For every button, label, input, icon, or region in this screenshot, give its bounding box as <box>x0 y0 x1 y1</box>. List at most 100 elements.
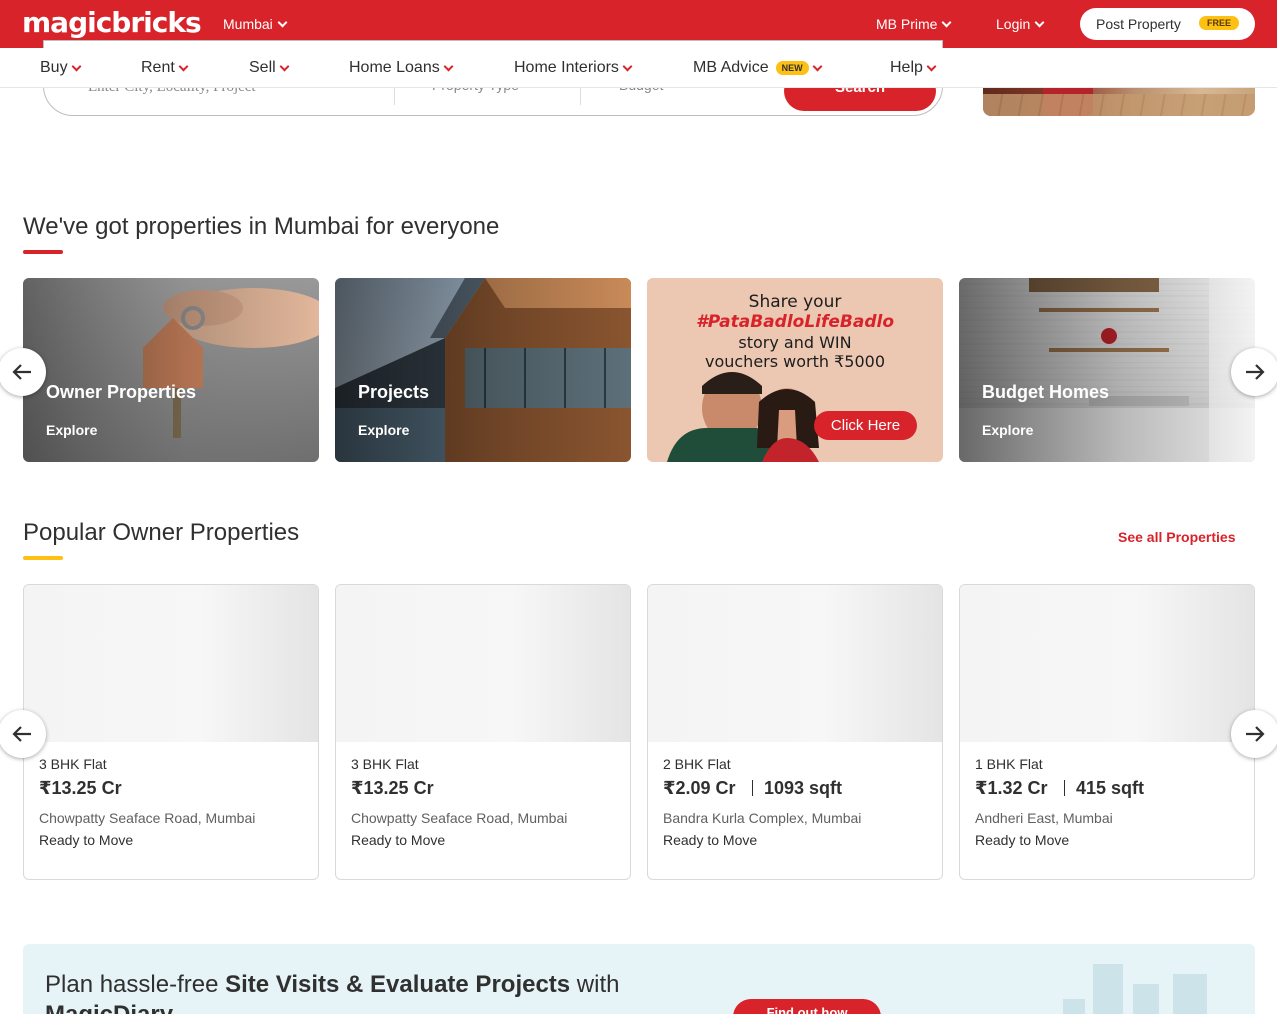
property-card[interactable]: 2 BHK Flat ₹2.09 Cr 1093 sqft Bandra Kur… <box>647 584 943 880</box>
projects-card[interactable]: Projects Explore <box>335 278 631 462</box>
section-title-everyone: We've got properties in Mumbai for every… <box>23 213 500 240</box>
property-price: ₹2.09 Cr <box>663 778 736 798</box>
chevron-down-icon <box>942 17 952 27</box>
property-status: Ready to Move <box>39 832 134 848</box>
nav-label: MB Advice <box>693 59 769 76</box>
card-title: Projects <box>358 382 430 402</box>
property-type: 2 BHK Flat <box>663 756 731 772</box>
banner-brand: MagicDiary <box>45 1001 173 1014</box>
carousel-prev-button[interactable] <box>0 348 46 396</box>
chevron-down-icon <box>622 61 633 71</box>
property-status: Ready to Move <box>351 832 446 848</box>
nav-item-rent[interactable]: Rent <box>141 59 189 77</box>
chevron-down-icon <box>1034 17 1045 27</box>
explore-link[interactable]: Explore <box>358 422 409 438</box>
promo-line: Share your <box>748 292 842 312</box>
nav-item-buy[interactable]: Buy <box>40 59 82 77</box>
chevron-down-icon <box>279 61 290 71</box>
property-location: Andheri East, Mumbai <box>975 810 1113 826</box>
property-price: ₹1.32 Cr <box>975 778 1048 798</box>
nav-item-home-loans[interactable]: Home Loans <box>349 59 454 77</box>
chevron-down-icon <box>812 61 823 71</box>
property-image-placeholder <box>336 585 630 742</box>
card-title: Budget Homes <box>982 382 1110 402</box>
promo-card[interactable]: Share your #PataBadloLifeBadlo story and… <box>647 278 943 462</box>
nav-item-mb-advice[interactable]: MB Advice NEW <box>693 59 823 77</box>
arrow-right-icon <box>1246 364 1265 380</box>
banner-text: with <box>570 971 620 998</box>
section-underline <box>23 556 63 560</box>
nav-label: Help <box>890 59 923 76</box>
see-all-properties-link[interactable]: See all Properties <box>1118 529 1236 545</box>
banner-text: Plan hassle-free <box>45 971 226 998</box>
banner-text-bold: Site Visits & Evaluate Projects <box>225 971 571 998</box>
nav-label: Buy <box>40 59 68 76</box>
promo-line: vouchers worth ₹5000 <box>704 352 886 371</box>
magicbricks-logo[interactable]: magicbricks <box>22 6 202 39</box>
budget-homes-card[interactable]: Budget Homes Explore <box>959 278 1255 462</box>
carousel-next-button[interactable] <box>1231 710 1277 758</box>
explore-link[interactable]: Explore <box>46 422 97 438</box>
login-menu[interactable]: Login <box>996 16 1045 32</box>
property-status: Ready to Move <box>663 832 758 848</box>
magicdiary-banner: Plan hassle-free Site Visits & Evaluate … <box>23 944 1255 1014</box>
property-image-placeholder <box>24 585 318 742</box>
property-type: 1 BHK Flat <box>975 756 1043 772</box>
property-card[interactable]: 3 BHK Flat ₹13.25 Cr Chowpatty Seaface R… <box>23 584 319 880</box>
banner-headline: Plan hassle-free Site Visits & Evaluate … <box>45 970 685 1014</box>
nav-item-home-interiors[interactable]: Home Interiors <box>514 59 633 77</box>
carousel-next-button[interactable] <box>1231 348 1277 396</box>
find-out-how-button[interactable]: Find out how <box>733 999 881 1014</box>
explore-link[interactable]: Explore <box>982 422 1033 438</box>
property-image-placeholder <box>960 585 1254 742</box>
property-area: 415 sqft <box>1076 778 1145 798</box>
promo-hashtag: #PataBadloLifeBadlo <box>695 312 895 332</box>
promo-line: story and WIN <box>738 333 852 352</box>
city-label: Mumbai <box>223 16 273 32</box>
post-property-label: Post Property <box>1096 16 1181 32</box>
chevron-down-icon <box>443 61 454 71</box>
skyline-illustration <box>1063 964 1207 1014</box>
city-selector[interactable]: Mumbai <box>223 16 288 32</box>
divider <box>580 87 581 105</box>
nav-label: Sell <box>249 59 276 76</box>
chevron-down-icon <box>178 61 189 71</box>
arrow-right-icon <box>1246 726 1265 742</box>
chevron-down-icon <box>71 61 82 71</box>
chevron-down-icon <box>277 17 288 27</box>
property-location: Bandra Kurla Complex, Mumbai <box>663 810 862 826</box>
property-location: Chowpatty Seaface Road, Mumbai <box>39 810 256 826</box>
section-title-popular: Popular Owner Properties <box>23 519 300 546</box>
floor-shape <box>983 94 1255 116</box>
main-nav: Buy Rent Sell Home Loans Home Interiors … <box>0 48 1277 88</box>
new-badge: NEW <box>775 61 809 75</box>
post-property-button[interactable]: Post Property FREE <box>1080 8 1255 40</box>
property-price: ₹13.25 Cr <box>351 778 434 798</box>
property-location: Chowpatty Seaface Road, Mumbai <box>351 810 568 826</box>
nav-label: Home Interiors <box>514 59 619 76</box>
arrow-left-icon <box>12 726 31 742</box>
property-image-placeholder <box>648 585 942 742</box>
section-underline <box>23 250 63 254</box>
arrow-left-icon <box>12 364 31 380</box>
nav-label: Home Loans <box>349 59 440 76</box>
mb-prime-menu[interactable]: MB Prime <box>876 16 952 32</box>
nav-label: Rent <box>141 59 175 76</box>
nav-item-sell[interactable]: Sell <box>249 59 290 77</box>
carousel-prev-button[interactable] <box>0 710 46 758</box>
nav-item-help[interactable]: Help <box>890 59 937 77</box>
mb-prime-label: MB Prime <box>876 16 938 32</box>
click-here-button[interactable]: Click Here <box>814 411 917 440</box>
property-card[interactable]: 1 BHK Flat ₹1.32 Cr 415 sqft Andheri Eas… <box>959 584 1255 880</box>
property-status: Ready to Move <box>975 832 1070 848</box>
property-type: 3 BHK Flat <box>351 756 419 772</box>
login-label: Login <box>996 16 1031 32</box>
owner-properties-card[interactable]: Owner Properties Explore <box>23 278 319 462</box>
chevron-down-icon <box>926 61 937 71</box>
divider <box>394 87 395 105</box>
property-price: ₹13.25 Cr <box>39 778 122 798</box>
card-title: Owner Properties <box>46 382 197 402</box>
property-card[interactable]: 3 BHK Flat ₹13.25 Cr Chowpatty Seaface R… <box>335 584 631 880</box>
property-type: 3 BHK Flat <box>39 756 107 772</box>
property-area: 1093 sqft <box>764 778 843 798</box>
